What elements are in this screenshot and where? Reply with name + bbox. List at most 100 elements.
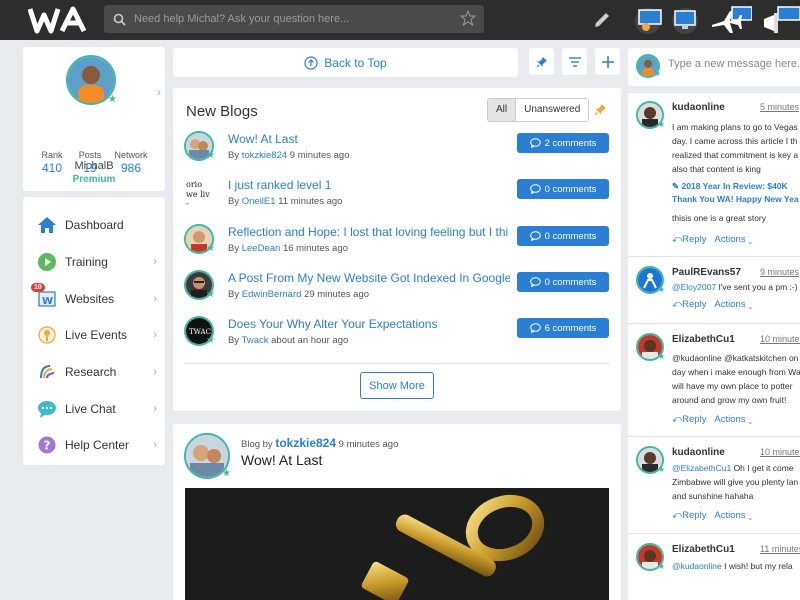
pin-icon	[536, 56, 547, 67]
add-button[interactable]	[595, 48, 620, 75]
blog-meta: By tokzkie824 9 minutes ago	[228, 150, 349, 161]
show-more-button[interactable]: Show More	[360, 372, 434, 399]
pin-button[interactable]	[529, 48, 554, 75]
author-avatar[interactable]: ★	[184, 131, 215, 161]
plane-icon[interactable]	[708, 4, 752, 36]
post-author-link[interactable]: tokzkie824	[275, 436, 336, 450]
author-avatar[interactable]: orio we liv -	[184, 177, 214, 207]
chat-username[interactable]: kudaonline	[672, 102, 725, 113]
stat-rank[interactable]: Rank 410	[37, 150, 67, 175]
profile-avatar[interactable]: ★	[66, 55, 117, 105]
comments-button[interactable]: 2 comments	[517, 133, 609, 153]
sidebar-item-websites[interactable]: W 10 Websites ›	[23, 283, 165, 315]
by-label: By	[228, 243, 240, 254]
stat-network[interactable]: Network 986	[111, 150, 151, 175]
author-avatar[interactable]: ★	[184, 224, 215, 254]
chat-avatar[interactable]: ★	[636, 446, 665, 474]
mention-link[interactable]: @ElizabethCu1	[672, 463, 731, 473]
blog-title-link[interactable]: Reflection and Hope: I lost that loving …	[228, 225, 510, 239]
classroom-icon[interactable]	[634, 4, 664, 36]
reply-button[interactable]: ⤺Reply	[672, 234, 706, 245]
post-author-avatar[interactable]: ★	[184, 433, 231, 479]
blog-row: orio we liv - I just ranked level 1 By One…	[184, 174, 610, 216]
author-avatar[interactable]: TWACK ★	[184, 316, 215, 346]
comments-count: 0 comments	[544, 183, 597, 195]
filter-button[interactable]	[562, 48, 587, 75]
search-input[interactable]	[134, 13, 444, 25]
blog-title-link[interactable]: Wow! At Last	[228, 132, 510, 146]
megaphone-icon[interactable]	[760, 4, 800, 36]
reply-arrow-icon: ⤺	[672, 510, 683, 521]
verified-badge-icon: ★	[206, 243, 215, 254]
filter-unanswered-button[interactable]: Unanswered	[515, 99, 589, 121]
chat-article-link[interactable]: ✎ 2018 Year In Review: $40K	[672, 180, 800, 193]
pin-icon[interactable]	[594, 103, 607, 121]
blog-title-link[interactable]: A Post From My New Website Got Indexed I…	[228, 271, 510, 285]
blog-author-link[interactable]: Twack	[242, 335, 269, 346]
chat-avatar[interactable]: ★	[636, 101, 665, 129]
question-icon: ?	[37, 435, 57, 455]
wa-logo[interactable]	[27, 5, 94, 35]
blog-time: about an hour ago	[271, 335, 349, 346]
actions-dropdown[interactable]: Actions ⌄	[714, 414, 752, 425]
pencil-icon: ✎	[672, 181, 680, 191]
blog-author-link[interactable]: EdwinBernard	[242, 289, 302, 300]
sidebar-item-dashboard[interactable]: Dashboard	[23, 209, 165, 241]
blog-title-link[interactable]: I just ranked level 1	[228, 178, 510, 192]
chevron-down-icon: ⌄	[748, 414, 753, 425]
back-to-top-button[interactable]: Back to Top	[173, 48, 518, 77]
chat-username[interactable]: kudaonline	[672, 447, 725, 458]
arrow-up-circle-icon	[304, 55, 318, 70]
chat-link-line[interactable]: Thank You WA! Happy New Yea	[672, 193, 800, 206]
sidebar-item-label: Live Events	[65, 328, 128, 342]
reply-button[interactable]: ⤺Reply	[672, 414, 706, 425]
reply-button[interactable]: ⤺Reply	[672, 510, 706, 521]
sidebar-item-research[interactable]: Research ›	[23, 356, 165, 388]
search-bar[interactable]	[104, 5, 484, 33]
actions-dropdown[interactable]: Actions ⌄	[714, 510, 752, 521]
chat-bubble-icon	[37, 399, 57, 419]
blog-author-link[interactable]: tokzkie824	[242, 150, 287, 161]
comments-button[interactable]: 0 comments	[517, 226, 609, 246]
chat-message: ★ kudaonline 10 minutes @ElizabethCu1 Oh…	[628, 438, 800, 534]
blog-author-link[interactable]: LeeDean	[242, 243, 281, 254]
verified-badge-icon: ★	[222, 468, 231, 479]
mention-link[interactable]: @kudaonline	[672, 561, 722, 571]
pencil-icon[interactable]	[590, 4, 614, 36]
sidebar-item-live-events[interactable]: Live Events ›	[23, 319, 165, 351]
comments-button[interactable]: 6 comments	[517, 318, 609, 338]
stat-posts[interactable]: Posts 19	[75, 150, 105, 175]
chat-username[interactable]: PaulREvans57	[672, 267, 741, 278]
sidebar-item-label: Websites	[65, 292, 115, 306]
sidebar-item-live-chat[interactable]: Live Chat ›	[23, 393, 165, 425]
chevron-right-icon: ›	[153, 439, 157, 451]
actions-label: Actions	[714, 299, 746, 310]
comments-button[interactable]: 0 comments	[517, 179, 609, 199]
chat-username[interactable]: ElizabethCu1	[672, 334, 735, 345]
actions-label: Actions	[714, 414, 746, 425]
blog-author-link[interactable]: OneilE1	[242, 196, 276, 207]
actions-dropdown[interactable]: Actions ⌄	[714, 299, 752, 310]
sidebar-item-help-center[interactable]: ? Help Center ›	[23, 429, 165, 461]
chevron-right-icon: ›	[153, 329, 157, 341]
blog-title-link[interactable]: Does Your Why Alter Your Expectations	[228, 317, 510, 331]
chat-text: also that content is king	[672, 164, 761, 174]
chat-avatar[interactable]: ★	[636, 266, 665, 294]
mention-link[interactable]: @Eloy2007	[672, 282, 716, 292]
monitor-icon[interactable]	[670, 4, 700, 36]
chat-avatar[interactable]: ★	[636, 333, 665, 361]
sidebar-item-training[interactable]: Training ›	[23, 246, 165, 278]
star-icon[interactable]	[459, 9, 477, 31]
chat-message-input[interactable]	[668, 58, 800, 70]
author-avatar[interactable]: ★	[184, 270, 215, 300]
chevron-right-icon[interactable]: ›	[157, 85, 161, 99]
chat-avatar[interactable]: ★	[636, 543, 665, 571]
post-title[interactable]: Wow! At Last	[241, 452, 322, 468]
reply-label: Reply	[682, 510, 707, 521]
chat-text: day when i make enough from Wa	[672, 367, 800, 377]
filter-all-button[interactable]: All	[488, 99, 516, 121]
reply-button[interactable]: ⤺Reply	[672, 299, 706, 310]
actions-dropdown[interactable]: Actions ⌄	[714, 234, 752, 245]
chat-username[interactable]: ElizabethCu1	[672, 544, 735, 555]
comments-button[interactable]: 0 comments	[517, 272, 609, 292]
